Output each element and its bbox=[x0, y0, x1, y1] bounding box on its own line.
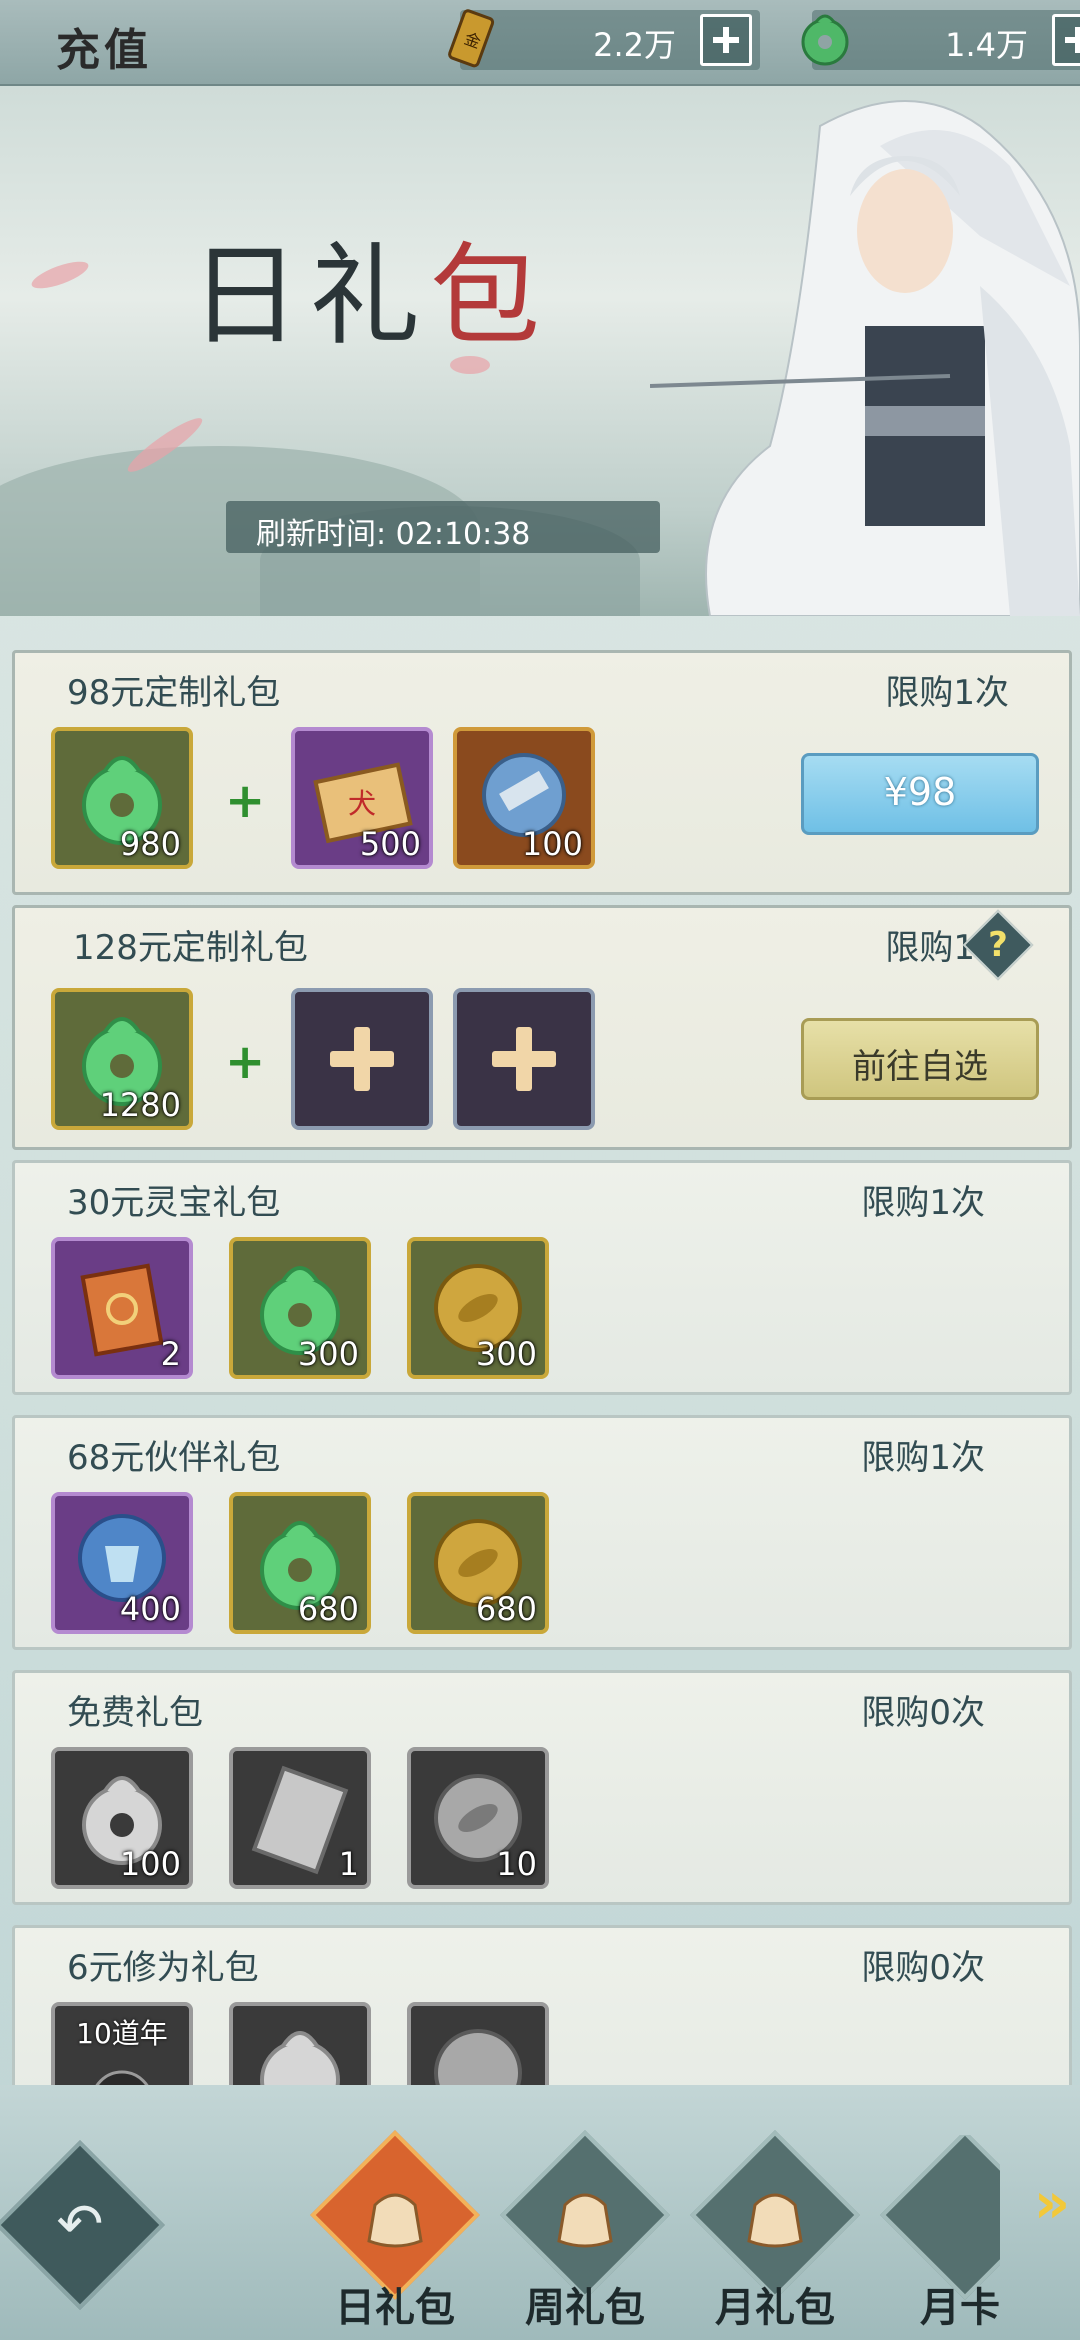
pack-limit: 限购1次 bbox=[885, 673, 1009, 713]
svg-text:犬: 犬 bbox=[348, 787, 376, 820]
pack-card: 128元定制礼包 限购1次 ? 1280 + 前往自选 bbox=[12, 905, 1072, 1150]
refresh-timer: 刷新时间: 02:10:38 bbox=[226, 501, 660, 553]
banner: 日礼包 刷新时间: 02:10:38 bbox=[0, 86, 1080, 616]
pack-limit: 限购1次 bbox=[861, 1183, 985, 1223]
money-bag-icon bbox=[367, 2193, 423, 2248]
tab-label: 周礼包 bbox=[525, 2284, 645, 2331]
refresh-time: 02:10:38 bbox=[395, 517, 531, 552]
jade-item-slot[interactable]: 1280 bbox=[51, 988, 193, 1130]
gold-currency: 金 2.2万 bbox=[448, 9, 760, 70]
item-qty: 1 bbox=[338, 1845, 359, 1883]
item-qty: 2 bbox=[160, 1335, 181, 1373]
empty-choice-slot[interactable] bbox=[291, 988, 433, 1130]
coin-item-slot[interactable]: 10 bbox=[407, 1747, 549, 1889]
item-qty: 100 bbox=[521, 825, 583, 863]
hammer-item-slot[interactable]: 100 bbox=[453, 727, 595, 869]
pack-name: 128元定制礼包 bbox=[73, 928, 308, 968]
companion-item-slot[interactable]: 400 bbox=[51, 1492, 193, 1634]
pack-name: 免费礼包 bbox=[67, 1693, 203, 1733]
item-qty: 300 bbox=[475, 1335, 537, 1373]
pack-name: 68元伙伴礼包 bbox=[67, 1438, 281, 1478]
back-arrow-icon: ↶ bbox=[56, 2192, 104, 2257]
tab-label: 月卡 bbox=[920, 2284, 1000, 2331]
jade-item-slot[interactable]: 300 bbox=[229, 1237, 371, 1379]
pack-limit: 限购1次 bbox=[861, 1438, 985, 1478]
hero-character-illustration bbox=[650, 100, 1080, 616]
tab-monthly-pack[interactable]: 月礼包 bbox=[690, 2130, 860, 2335]
bottom-nav: ↶ 日礼包 周礼包 月礼包 月卡 » bbox=[0, 2085, 1080, 2340]
chest-item-slot[interactable]: 犬 500 bbox=[291, 727, 433, 869]
tab-monthly-card[interactable]: 月卡 bbox=[880, 2135, 1000, 2335]
cultivation-item-slot[interactable]: 10道年 bbox=[51, 2002, 193, 2085]
jade-currency: 1.4万 bbox=[801, 10, 1080, 70]
item-qty: 300 bbox=[297, 1335, 359, 1373]
jade-item-slot[interactable]: 680 bbox=[229, 1492, 371, 1634]
empty-choice-slot[interactable] bbox=[453, 988, 595, 1130]
pack-card: 6元修为礼包 限购0次 10道年 bbox=[12, 1925, 1072, 2085]
item-qty: 100 bbox=[119, 1845, 181, 1883]
pack-card: 98元定制礼包 限购1次 980 + 犬 500 100 ¥98 bbox=[12, 650, 1072, 895]
banner-title-main: 日礼 bbox=[190, 232, 430, 360]
pack-limit: 限购0次 bbox=[861, 1693, 985, 1733]
coin-item-slot[interactable]: 300 bbox=[407, 1237, 549, 1379]
jade-icon bbox=[260, 2031, 340, 2085]
petal-decoration bbox=[28, 256, 92, 294]
add-jade-button[interactable] bbox=[1052, 14, 1080, 66]
orb-icon bbox=[95, 2070, 149, 2085]
coin-item-slot[interactable]: 680 bbox=[407, 1492, 549, 1634]
pack-name: 30元灵宝礼包 bbox=[67, 1183, 281, 1223]
tab-daily-pack[interactable]: 日礼包 bbox=[310, 2130, 480, 2335]
pack-card: 30元灵宝礼包 限购1次 2 300 300 bbox=[12, 1160, 1072, 1395]
go-choose-button[interactable]: 前往自选 bbox=[801, 1018, 1039, 1100]
banner-title-seal: 包 bbox=[430, 232, 550, 360]
item-qty: 1280 bbox=[99, 1086, 181, 1124]
coin-icon bbox=[434, 2029, 522, 2085]
gold-token-icon: 金 bbox=[448, 9, 495, 68]
item-qty: 980 bbox=[119, 825, 181, 863]
item-qty: 10 bbox=[496, 1845, 537, 1883]
jade-icon bbox=[801, 14, 849, 66]
page-title: 充值 bbox=[56, 25, 152, 76]
add-icon bbox=[330, 1027, 394, 1091]
add-icon bbox=[492, 1027, 556, 1091]
jade-item-slot[interactable]: 980 bbox=[51, 727, 193, 869]
jade-amount: 1.4万 bbox=[945, 26, 1028, 64]
buy-98-button[interactable]: ¥98 bbox=[801, 753, 1039, 835]
money-bag-icon bbox=[557, 2193, 613, 2248]
pack-list[interactable]: 98元定制礼包 限购1次 980 + 犬 500 100 ¥98 128元定制礼… bbox=[0, 640, 1080, 2085]
scroll-item-slot[interactable]: 2 bbox=[51, 1237, 193, 1379]
jade-item-slot[interactable] bbox=[229, 2002, 371, 2085]
back-button[interactable]: ↶ bbox=[0, 2140, 165, 2310]
plus-icon: + bbox=[225, 773, 266, 829]
item-qty: 400 bbox=[119, 1590, 181, 1628]
add-gold-button[interactable] bbox=[700, 14, 752, 66]
pack-card: 免费礼包 限购0次 100 1 10 bbox=[12, 1670, 1072, 1905]
item-qty: 500 bbox=[359, 825, 421, 863]
item-qty: 680 bbox=[297, 1590, 359, 1628]
tab-label: 日礼包 bbox=[335, 2284, 455, 2331]
tab-weekly-pack[interactable]: 周礼包 bbox=[500, 2130, 670, 2335]
refresh-label: 刷新时间: bbox=[256, 517, 387, 552]
coin-item-slot[interactable] bbox=[407, 2002, 549, 2085]
top-bar: 充值 金 2.2万 1.4万 bbox=[0, 0, 1080, 86]
jade-item-slot[interactable]: 100 bbox=[51, 1747, 193, 1889]
money-bag-icon bbox=[747, 2193, 803, 2248]
item-qty: 680 bbox=[475, 1590, 537, 1628]
pack-card: 68元伙伴礼包 限购1次 400 680 680 bbox=[12, 1415, 1072, 1650]
pack-name: 6元修为礼包 bbox=[67, 1948, 259, 1988]
pack-name: 98元定制礼包 bbox=[67, 673, 281, 713]
note-item-slot[interactable]: 1 bbox=[229, 1747, 371, 1889]
gold-amount: 2.2万 bbox=[593, 26, 676, 64]
pack-limit: 限购0次 bbox=[861, 1948, 985, 1988]
tab-label: 月礼包 bbox=[715, 2284, 835, 2331]
banner-title: 日礼包 bbox=[190, 206, 550, 366]
next-tabs-arrow-icon[interactable]: » bbox=[1034, 2171, 1070, 2236]
plus-icon: + bbox=[225, 1034, 266, 1090]
